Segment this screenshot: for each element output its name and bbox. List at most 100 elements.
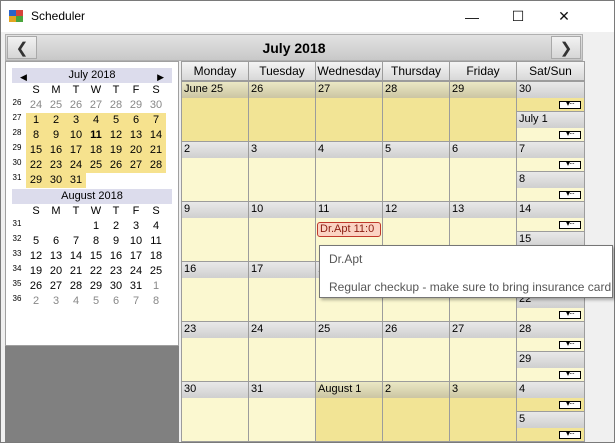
mini-day[interactable]: 21 bbox=[146, 143, 166, 158]
mini-day[interactable]: 29 bbox=[26, 173, 46, 188]
day-cell[interactable]: 6 bbox=[449, 141, 517, 202]
mini-day[interactable]: 30 bbox=[146, 98, 166, 113]
mini-day[interactable]: 24 bbox=[126, 264, 146, 279]
mini-day[interactable]: 17 bbox=[126, 249, 146, 264]
weekend-cell-sat[interactable]: 4 ▾··· bbox=[516, 381, 585, 412]
mini-day[interactable]: 26 bbox=[106, 158, 126, 173]
day-cell[interactable]: 28 bbox=[382, 81, 450, 142]
day-cell[interactable]: 31 bbox=[248, 381, 316, 442]
mini-day[interactable]: 4 bbox=[86, 113, 106, 128]
mini-day[interactable]: 28 bbox=[106, 98, 126, 113]
mini-day[interactable]: 13 bbox=[46, 249, 66, 264]
mini-day[interactable]: 21 bbox=[66, 264, 86, 279]
weekend-cell-sat[interactable]: 14 ▾··· bbox=[516, 201, 585, 232]
day-cell[interactable]: 3 bbox=[449, 381, 517, 442]
mini-day[interactable]: 20 bbox=[126, 143, 146, 158]
maximize-button[interactable]: ☐ bbox=[495, 1, 541, 32]
mini-day[interactable]: 3 bbox=[66, 113, 86, 128]
mini-day[interactable]: 25 bbox=[86, 158, 106, 173]
mini-day[interactable]: 12 bbox=[106, 128, 126, 143]
mini-day[interactable]: 22 bbox=[26, 158, 46, 173]
mini-day[interactable]: 25 bbox=[146, 264, 166, 279]
day-cell[interactable]: 27 bbox=[449, 321, 517, 382]
day-cell[interactable]: June 25 bbox=[181, 81, 249, 142]
weekend-cell-sun[interactable]: 8 ▾··· bbox=[516, 171, 585, 202]
more-appointments-icon[interactable]: ▾··· bbox=[559, 190, 581, 199]
mini-day[interactable]: 27 bbox=[126, 158, 146, 173]
more-appointments-icon[interactable]: ▾··· bbox=[559, 130, 581, 139]
mini-day[interactable]: 11 bbox=[146, 234, 166, 249]
mini-day[interactable]: 8 bbox=[26, 128, 46, 143]
more-appointments-icon[interactable]: ▾··· bbox=[559, 220, 581, 229]
mini-day[interactable]: 29 bbox=[126, 98, 146, 113]
appointment-dr-apt[interactable]: Dr.Apt 11:0 bbox=[317, 222, 381, 237]
mini-day[interactable]: 18 bbox=[146, 249, 166, 264]
mini-day[interactable]: 29 bbox=[86, 279, 106, 294]
mini-day[interactable]: 25 bbox=[46, 98, 66, 113]
mini-day[interactable]: 26 bbox=[26, 279, 46, 294]
mini-day[interactable]: 13 bbox=[126, 128, 146, 143]
mini-day[interactable]: 24 bbox=[26, 98, 46, 113]
day-cell[interactable]: 17 bbox=[248, 261, 316, 322]
day-cell[interactable]: 2 bbox=[181, 141, 249, 202]
weekend-cell-sun[interactable]: 29 ▾··· bbox=[516, 351, 585, 382]
mini-day[interactable]: 31 bbox=[126, 279, 146, 294]
day-cell[interactable]: 16 bbox=[181, 261, 249, 322]
mini-day[interactable]: 9 bbox=[106, 234, 126, 249]
close-button[interactable]: ✕ bbox=[541, 1, 587, 32]
mini-day[interactable]: 14 bbox=[66, 249, 86, 264]
mini-day[interactable]: 22 bbox=[86, 264, 106, 279]
mini-day[interactable]: 30 bbox=[106, 279, 126, 294]
mini-day[interactable]: 11 bbox=[86, 128, 106, 143]
day-cell[interactable]: August 1 bbox=[315, 381, 383, 442]
mini-day[interactable]: 14 bbox=[146, 128, 166, 143]
day-cell[interactable]: 26 bbox=[382, 321, 450, 382]
more-appointments-icon[interactable]: ▾··· bbox=[559, 100, 581, 109]
minimize-button[interactable]: — bbox=[449, 1, 495, 32]
day-cell[interactable]: 4 bbox=[315, 141, 383, 202]
mini-day[interactable]: 2 bbox=[46, 113, 66, 128]
mini-day[interactable]: 9 bbox=[46, 128, 66, 143]
day-cell[interactable]: 30 bbox=[181, 381, 249, 442]
mini-day[interactable]: 27 bbox=[46, 279, 66, 294]
more-appointments-icon[interactable]: ▾··· bbox=[559, 160, 581, 169]
weekend-cell-sun[interactable]: 5 ▾··· bbox=[516, 411, 585, 442]
mini-day[interactable]: 24 bbox=[66, 158, 86, 173]
mini-day[interactable]: 18 bbox=[86, 143, 106, 158]
mini-day[interactable]: 3 bbox=[126, 219, 146, 234]
mini-day[interactable]: 23 bbox=[46, 158, 66, 173]
mini-day[interactable]: 28 bbox=[146, 158, 166, 173]
mini-day[interactable]: 19 bbox=[26, 264, 46, 279]
more-appointments-icon[interactable]: ▾··· bbox=[559, 430, 581, 439]
mini-day[interactable]: 2 bbox=[106, 219, 126, 234]
mini-day[interactable]: 26 bbox=[66, 98, 86, 113]
mini-day[interactable]: 3 bbox=[46, 294, 66, 309]
mini-day[interactable]: 1 bbox=[86, 219, 106, 234]
mini-day[interactable]: 1 bbox=[146, 279, 166, 294]
day-cell[interactable]: 3 bbox=[248, 141, 316, 202]
mini-day[interactable]: 8 bbox=[146, 294, 166, 309]
mini-day[interactable]: 16 bbox=[106, 249, 126, 264]
mini-day[interactable]: 19 bbox=[106, 143, 126, 158]
day-cell[interactable]: 2 bbox=[382, 381, 450, 442]
day-cell[interactable]: 5 bbox=[382, 141, 450, 202]
day-cell[interactable]: 26 bbox=[248, 81, 316, 142]
mini-day[interactable]: 27 bbox=[86, 98, 106, 113]
mini-day[interactable]: 30 bbox=[46, 173, 66, 188]
more-appointments-icon[interactable]: ▾··· bbox=[559, 310, 581, 319]
mini-day[interactable]: 2 bbox=[26, 294, 46, 309]
weekend-cell-sun[interactable]: July 1 ▾··· bbox=[516, 111, 585, 142]
mini-day[interactable]: 1 bbox=[26, 113, 46, 128]
weekend-cell-sat[interactable]: 30 ▾··· bbox=[516, 81, 585, 112]
more-appointments-icon[interactable]: ▾··· bbox=[559, 340, 581, 349]
day-cell[interactable]: 29 bbox=[449, 81, 517, 142]
mini-day[interactable]: 5 bbox=[106, 113, 126, 128]
day-cell[interactable]: 24 bbox=[248, 321, 316, 382]
mini-day[interactable]: 5 bbox=[26, 234, 46, 249]
mini-day[interactable]: 6 bbox=[126, 113, 146, 128]
more-appointments-icon[interactable]: ▾··· bbox=[559, 370, 581, 379]
mini-day[interactable]: 23 bbox=[106, 264, 126, 279]
mini-day[interactable]: 28 bbox=[66, 279, 86, 294]
mini-day[interactable]: 16 bbox=[46, 143, 66, 158]
mini-day[interactable]: 4 bbox=[66, 294, 86, 309]
